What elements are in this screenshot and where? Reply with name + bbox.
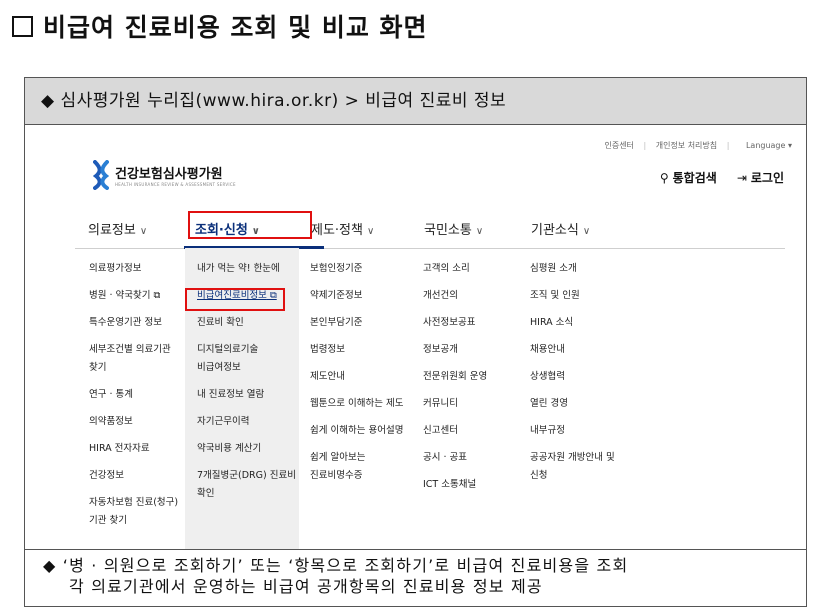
- menu-item[interactable]: 찾기: [89, 359, 106, 376]
- menu-item[interactable]: 연구 · 통계: [89, 386, 133, 403]
- menu-item[interactable]: 약국비용 계산기: [197, 440, 261, 457]
- menu-item[interactable]: 공시 · 공표: [423, 449, 467, 466]
- menu-item[interactable]: 열린 경영: [530, 395, 568, 412]
- menu-item[interactable]: 심평원 소개: [530, 260, 577, 277]
- menu-item[interactable]: 건강정보: [89, 467, 124, 484]
- checkbox-square-icon: [12, 16, 33, 37]
- menu-item[interactable]: 비급여정보: [197, 359, 241, 376]
- highlight-box-nav: [188, 211, 312, 239]
- menu-item[interactable]: 내 진료정보 열람: [197, 386, 264, 403]
- screenshot-frame: ◆ 심사평가원 누리집(www.hira.or.kr) > 비급여 진료비 정보…: [24, 77, 807, 607]
- menu-item[interactable]: 조직 및 인원: [530, 287, 580, 304]
- menu-item[interactable]: 웹툰으로 이해하는 제도: [310, 395, 403, 412]
- menu-item[interactable]: 진료비 확인: [197, 314, 244, 331]
- document-title: 비급여 진료비용 조회 및 비교 화면: [12, 8, 428, 44]
- search-button[interactable]: ⚲ 통합검색: [660, 169, 717, 186]
- menu-item[interactable]: 커뮤니티: [423, 395, 458, 412]
- menu-item[interactable]: 개선건의: [423, 287, 458, 304]
- menu-item[interactable]: 사전정보공표: [423, 314, 475, 331]
- menu-item[interactable]: 약제기준정보: [310, 287, 362, 304]
- main-navigation: 의료정보 ∨ 조회·신청 ∨ 제도·정책 ∨ 국민소통 ∨ 기관소식 ∨: [75, 210, 785, 249]
- menu-item[interactable]: 내가 먹는 약! 한눈에: [197, 260, 280, 277]
- menu-item[interactable]: HIRA 전자자료: [89, 440, 150, 457]
- login-button[interactable]: ⇥ 로그인: [737, 169, 784, 186]
- divider: |: [643, 141, 647, 150]
- description-line-1: ◆ ‘병 · 의원으로 조회하기’ 또는 ‘항목으로 조회하기’로 비급여 진료…: [43, 556, 629, 575]
- menu-item[interactable]: 신청: [530, 467, 547, 484]
- header-actions: ⚲ 통합검색 ⇥ 로그인: [660, 169, 784, 186]
- divider: |: [726, 141, 730, 150]
- menu-item[interactable]: 상생협력: [530, 368, 565, 385]
- chevron-down-icon: ∨: [139, 226, 148, 237]
- hira-logo-icon: [92, 160, 110, 190]
- description-footer: ◆ ‘병 · 의원으로 조회하기’ 또는 ‘항목으로 조회하기’로 비급여 진료…: [25, 549, 806, 606]
- menu-item[interactable]: 보험인정기준: [310, 260, 362, 277]
- site-logo[interactable]: 건강보험심사평가원 HEALTH INSURANCE REVIEW & ASSE…: [92, 160, 236, 190]
- menu-item[interactable]: 내부규정: [530, 422, 565, 439]
- highlight-box-submenu: [185, 288, 285, 311]
- chevron-down-icon: ∨: [475, 226, 484, 237]
- menu-item[interactable]: 제도안내: [310, 368, 345, 385]
- menu-item[interactable]: 7개질병군(DRG) 진료비: [197, 467, 296, 484]
- menu-item[interactable]: 의료평가정보: [89, 260, 141, 277]
- menu-item[interactable]: HIRA 소식: [530, 314, 573, 331]
- logo-name: 건강보험심사평가원: [115, 167, 223, 182]
- logo-subtitle: HEALTH INSURANCE REVIEW & ASSESSMENT SER…: [115, 182, 236, 187]
- menu-item[interactable]: 디지털의료기술: [197, 341, 258, 358]
- menu-item[interactable]: 세부조건별 의료기관: [89, 341, 171, 358]
- search-icon: ⚲: [659, 171, 669, 185]
- hira-website: 인증센터 | 개인정보 처리방침 | Language ▾ 건강보험심사평가원 …: [25, 126, 806, 549]
- description-line-2: 각 의료기관에서 운영하는 비급여 공개항목의 진료비용 정보 제공: [69, 577, 543, 596]
- menu-item[interactable]: 신고센터: [423, 422, 458, 439]
- menu-item[interactable]: 쉽게 알아보는: [310, 449, 365, 466]
- chevron-down-icon: ∨: [366, 226, 375, 237]
- menu-item[interactable]: 의약품정보: [89, 413, 133, 430]
- menu-item[interactable]: 고객의 소리: [423, 260, 470, 277]
- nav-item-communication[interactable]: 국민소통 ∨: [424, 219, 483, 238]
- utility-links: 인증센터 | 개인정보 처리방침 | Language ▾: [597, 140, 792, 151]
- document-title-text: 비급여 진료비용 조회 및 비교 화면: [43, 13, 428, 42]
- caption-bar: ◆ 심사평가원 누리집(www.hira.or.kr) > 비급여 진료비 정보: [25, 78, 806, 125]
- login-icon: ⇥: [736, 171, 747, 185]
- menu-item[interactable]: 자동차보험 진료(청구): [89, 494, 178, 511]
- menu-item[interactable]: 공공자원 개방안내 및: [530, 449, 615, 466]
- menu-item[interactable]: ICT 소통채널: [423, 476, 476, 493]
- util-link-cert[interactable]: 인증센터: [604, 141, 633, 150]
- menu-item[interactable]: 병원 · 약국찾기 ⧉: [89, 287, 160, 304]
- menu-item[interactable]: 정보공개: [423, 341, 458, 358]
- menu-item[interactable]: 자기근무이력: [197, 413, 249, 430]
- menu-item[interactable]: 확인: [197, 485, 214, 502]
- menu-item[interactable]: 전문위원회 운영: [423, 368, 487, 385]
- menu-item[interactable]: 법령정보: [310, 341, 345, 358]
- nav-item-medical-info[interactable]: 의료정보 ∨: [88, 219, 147, 238]
- menu-item[interactable]: 본인부담기준: [310, 314, 362, 331]
- menu-item[interactable]: 진료비명수증: [310, 467, 362, 484]
- chevron-down-icon: ∨: [582, 226, 591, 237]
- util-link-privacy[interactable]: 개인정보 처리방침: [656, 141, 717, 150]
- menu-item[interactable]: 기관 찾기: [89, 512, 127, 529]
- util-link-language[interactable]: Language ▾: [739, 141, 792, 150]
- menu-item[interactable]: 쉽게 이해하는 용어설명: [310, 422, 403, 439]
- nav-item-news[interactable]: 기관소식 ∨: [531, 219, 590, 238]
- menu-item[interactable]: 특수운영기관 정보: [89, 314, 162, 331]
- nav-item-policy[interactable]: 제도·정책 ∨: [311, 219, 374, 238]
- menu-item[interactable]: 채용안내: [530, 341, 565, 358]
